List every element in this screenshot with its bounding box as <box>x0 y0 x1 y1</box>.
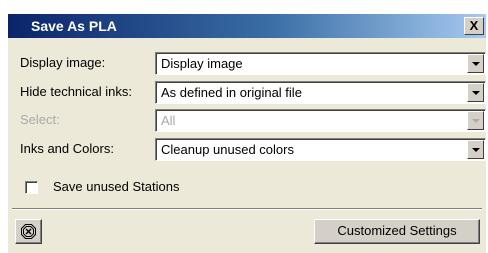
inks-and-colors-value: Cleanup unused colors <box>161 142 294 157</box>
save-unused-stations-checkbox[interactable] <box>25 181 38 194</box>
inks-and-colors-label: Inks and Colors: <box>20 141 114 156</box>
chevron-down-icon[interactable] <box>467 140 484 159</box>
hide-technical-inks-value: As defined in original file <box>161 85 302 100</box>
dialog-title: Save As PLA <box>31 18 117 34</box>
close-button[interactable]: X <box>464 17 484 35</box>
select-dropdown: All <box>155 109 486 132</box>
display-image-dropdown[interactable]: Display image <box>155 52 486 75</box>
separator <box>12 208 482 210</box>
chevron-down-icon[interactable] <box>467 83 484 102</box>
stop-sign-icon <box>21 224 36 239</box>
customized-settings-button[interactable]: Customized Settings <box>314 219 480 244</box>
display-image-label: Display image: <box>20 55 106 70</box>
select-label: Select: <box>20 112 60 127</box>
save-as-pla-dialog: Save As PLA X Display image: Display ima… <box>8 14 486 253</box>
chevron-down-icon[interactable] <box>467 54 484 73</box>
select-value: All <box>161 113 176 128</box>
title-bar[interactable]: Save As PLA X <box>8 14 486 38</box>
stop-button[interactable] <box>15 219 42 244</box>
hide-technical-inks-label: Hide technical inks: <box>20 84 132 99</box>
hide-technical-inks-dropdown[interactable]: As defined in original file <box>155 81 486 104</box>
inks-and-colors-dropdown[interactable]: Cleanup unused colors <box>155 138 486 161</box>
display-image-value: Display image <box>161 56 243 71</box>
chevron-down-icon <box>467 111 484 130</box>
save-unused-stations-label[interactable]: Save unused Stations <box>53 179 179 195</box>
